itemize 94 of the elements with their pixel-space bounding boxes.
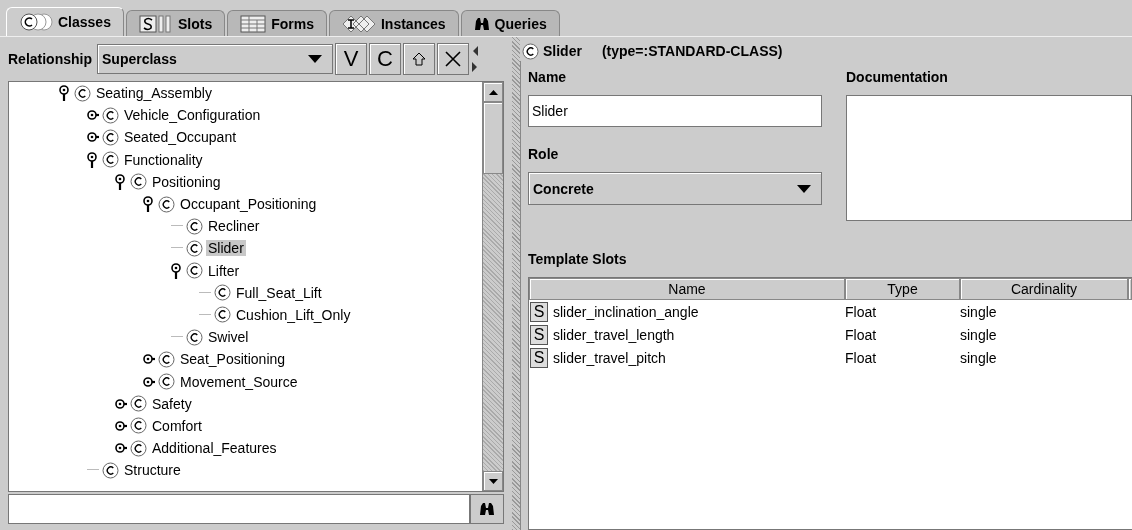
table-cell-text: Float	[845, 326, 878, 343]
table-cell-text: single	[960, 326, 998, 343]
column-header[interactable]: Name	[529, 278, 845, 300]
tree-item[interactable]: Additional_Features	[150, 440, 279, 457]
tree-item[interactable]: Slider	[206, 240, 246, 257]
tree-item[interactable]: Cushion_Lift_Only	[234, 306, 353, 323]
expanded-handle-icon[interactable]	[87, 151, 99, 168]
class-icon	[130, 439, 147, 457]
tree-item[interactable]: Seat_Positioning	[178, 351, 288, 368]
slot-icon: S	[530, 324, 548, 345]
class-title: Slider	[543, 43, 582, 59]
relationship-dropdown[interactable]: Superclass	[97, 44, 333, 74]
tab[interactable]: Slots	[125, 10, 226, 36]
caret-icon	[797, 184, 811, 193]
table-cell-text: Float	[845, 303, 878, 320]
form-grid-icon	[240, 14, 267, 33]
name-field[interactable]: Slider	[528, 95, 822, 127]
scroll-thumb[interactable]	[483, 102, 503, 174]
class-icon	[214, 306, 231, 324]
tree-item[interactable]: Full_Seat_Lift	[234, 284, 324, 301]
move-up-button[interactable]	[403, 43, 435, 75]
scroll-up-icon[interactable]	[488, 89, 498, 95]
slot-icon: S	[530, 347, 548, 368]
table-cell: slider_travel_length	[553, 326, 675, 343]
tree-item[interactable]: Lifter	[206, 262, 242, 279]
up-arrow-icon	[412, 52, 426, 66]
tab[interactable]: Classes	[6, 7, 124, 36]
class-icon	[130, 417, 147, 435]
tree-item[interactable]: Seated_Occupant	[122, 129, 239, 146]
class-icon	[158, 350, 175, 368]
tree-item[interactable]: Vehicle_Configuration	[122, 107, 263, 124]
class-icon	[158, 195, 175, 213]
documentation-field[interactable]	[846, 95, 1132, 221]
tree-item[interactable]: Safety	[150, 395, 194, 412]
tree-item[interactable]: Comfort	[150, 417, 204, 434]
slot-icon: S	[530, 301, 548, 322]
tab[interactable]: Forms	[227, 10, 327, 36]
table-cell-text: single	[960, 349, 998, 366]
class-icon	[158, 373, 175, 391]
tree-item[interactable]: Structure	[122, 462, 183, 479]
class-icon	[130, 173, 147, 191]
scroll-down-icon[interactable]	[488, 478, 498, 484]
tree-item[interactable]: Seating_Assembly	[94, 85, 214, 102]
table-cell: slider_travel_pitch	[553, 349, 666, 366]
expanded-handle-icon[interactable]	[59, 85, 71, 102]
search-field[interactable]	[8, 494, 470, 524]
tab[interactable]: Queries	[460, 10, 560, 36]
class-icon	[130, 395, 147, 413]
binoculars-icon	[473, 16, 490, 31]
class-icon	[186, 239, 203, 257]
expanded-handle-icon[interactable]	[143, 196, 155, 213]
class-icon	[102, 461, 119, 479]
class-icon	[522, 42, 539, 60]
section-label: Template Slots	[528, 251, 628, 269]
class-icon	[102, 106, 119, 124]
binoculars-icon	[479, 502, 495, 516]
tool-button[interactable]: C	[369, 43, 401, 75]
slot-stack-icon	[138, 14, 173, 33]
class-icon	[102, 151, 119, 169]
class-icon	[186, 262, 203, 280]
find-button[interactable]	[470, 494, 504, 524]
column-header[interactable]: Cardinality	[960, 278, 1128, 300]
tree-item[interactable]: Positioning	[150, 173, 223, 190]
role-dropdown[interactable]: Concrete	[528, 172, 822, 205]
table-cell-text: single	[960, 303, 998, 320]
tree-item[interactable]: Movement_Source	[178, 373, 300, 390]
tree-item[interactable]: Occupant_Positioning	[178, 196, 319, 213]
close-icon	[445, 51, 461, 67]
class-icon	[186, 328, 203, 346]
column-header[interactable]: Type	[845, 278, 960, 300]
field-label: Name	[528, 69, 568, 87]
class-icon	[186, 217, 203, 235]
field-label: Documentation	[846, 69, 949, 87]
class-type: (type=:STANDARD-CLASS)	[601, 43, 783, 59]
tree-item[interactable]: Swivel	[206, 329, 251, 346]
field-label: Role	[528, 146, 560, 164]
diamond-stack-icon	[341, 14, 376, 33]
class-icon	[102, 128, 119, 146]
split-arrows-icon	[471, 44, 479, 74]
relationship-label: Relationship	[8, 51, 92, 67]
class-icon	[214, 284, 231, 302]
table-cell-text: Float	[845, 349, 878, 366]
table-cell: slider_inclination_angle	[553, 303, 699, 320]
caret-icon	[308, 55, 322, 63]
tab[interactable]: Instances	[328, 10, 459, 36]
tree-item[interactable]: Recliner	[206, 218, 262, 235]
expanded-handle-icon[interactable]	[115, 173, 127, 190]
class-stack-icon	[19, 13, 53, 31]
tool-button[interactable]: V	[335, 43, 367, 75]
delete-button[interactable]	[437, 43, 469, 75]
scrollbar[interactable]	[482, 82, 503, 491]
expanded-handle-icon[interactable]	[171, 262, 183, 279]
tree-item[interactable]: Functionality	[122, 151, 205, 168]
splitter-handle[interactable]	[512, 37, 520, 530]
